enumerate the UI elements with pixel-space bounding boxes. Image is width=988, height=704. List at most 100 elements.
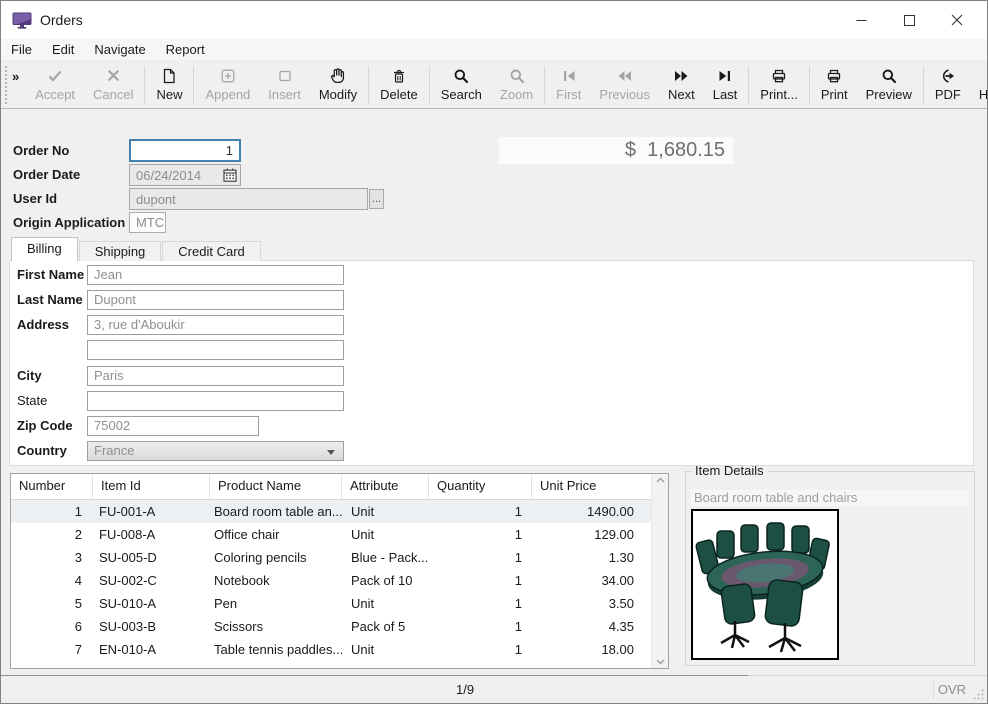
table-row[interactable]: 7 EN-010-A Table tennis paddles... Unit … [11, 638, 651, 661]
origin-application-input[interactable]: MTC [129, 212, 166, 233]
toolbar-button-last[interactable]: Last [704, 65, 747, 104]
menu-item-navigate[interactable]: Navigate [84, 40, 155, 59]
table-row[interactable]: 1 FU-001-A Board room table an... Unit 1… [11, 500, 651, 523]
cell-item-id: SU-002-C [93, 569, 210, 592]
cell-quantity: 1 [429, 638, 532, 661]
cell-attribute: Pack of 10 [342, 569, 429, 592]
board-room-table-image [693, 511, 837, 658]
table-row[interactable]: 6 SU-003-B Scissors Pack of 5 1 4.35 [11, 615, 651, 638]
menu-item-edit[interactable]: Edit [42, 40, 84, 59]
table-header-row: Number Item Id Product Name Attribute Qu… [11, 474, 651, 500]
city-input[interactable]: Paris [87, 366, 344, 386]
cell-attribute: Unit [342, 592, 429, 615]
toolbar-button-print[interactable]: Print... [751, 65, 807, 104]
toolbar-button-insert: Insert [259, 65, 310, 104]
close-button[interactable] [933, 1, 981, 39]
toolbar-grip-handle[interactable] [5, 66, 7, 104]
column-header-item-id[interactable]: Item Id [93, 474, 210, 499]
trash-icon [391, 67, 407, 84]
table-scrollbar[interactable] [651, 474, 668, 668]
first-name-input[interactable]: Jean [87, 265, 344, 285]
column-header-number[interactable]: Number [11, 474, 93, 499]
user-id-browse-button[interactable]: ... [369, 189, 384, 209]
tab-shipping[interactable]: Shipping [79, 241, 162, 261]
orders-window: Orders File Edit Navigate Report » [0, 0, 988, 704]
toolbar-button-label: Modify [319, 87, 357, 102]
toolbar-button-next[interactable]: Next [659, 65, 704, 104]
column-header-product-name[interactable]: Product Name [210, 474, 342, 499]
scroll-up-icon[interactable] [656, 477, 665, 483]
zip-code-label: Zip Code [17, 416, 73, 436]
export-icon [940, 67, 956, 84]
last-name-input[interactable]: Dupont [87, 290, 344, 310]
state-input[interactable] [87, 391, 344, 411]
item-details-group: Item Details Board room table and chairs [685, 471, 975, 666]
minimize-button[interactable] [837, 1, 885, 39]
cell-quantity: 1 [429, 615, 532, 638]
toolbar-button-delete[interactable]: Delete [371, 65, 427, 104]
app-monitor-icon [12, 12, 32, 29]
cell-unit-price: 1490.00 [532, 500, 651, 523]
cell-product: Office chair [210, 523, 342, 546]
table-row[interactable]: 4 SU-002-C Notebook Pack of 10 1 34.00 [11, 569, 651, 592]
country-select[interactable]: France [87, 441, 344, 461]
cell-unit-price: 129.00 [532, 523, 651, 546]
cell-number: 7 [11, 638, 93, 661]
menu-item-file[interactable]: File [1, 40, 42, 59]
column-header-quantity[interactable]: Quantity [429, 474, 532, 499]
record-position: 1/9 [456, 682, 474, 697]
toolbar-separator [368, 66, 369, 104]
cell-number: 4 [11, 569, 93, 592]
toolbar-button-preview[interactable]: Preview [857, 65, 921, 104]
toolbar-button-label: Search [441, 87, 482, 102]
tab-billing[interactable]: Billing [11, 237, 78, 261]
user-id-input[interactable]: dupont [129, 188, 368, 210]
nav-prev-icon [616, 67, 633, 84]
maximize-button[interactable] [885, 1, 933, 39]
cell-item-id: FU-008-A [93, 523, 210, 546]
address-line1-input[interactable]: 3, rue d'Aboukir [87, 315, 344, 335]
cell-number: 6 [11, 615, 93, 638]
toolbar-button-previous: Previous [590, 65, 659, 104]
toolbar-button-print[interactable]: Print [812, 65, 857, 104]
address-line2-input[interactable] [87, 340, 344, 360]
order-no-input[interactable]: 1 [129, 139, 241, 162]
toolbar-button-modify[interactable]: Modify [310, 65, 366, 104]
magnifier-icon [881, 67, 897, 84]
column-header-attribute[interactable]: Attribute [342, 474, 429, 499]
toolbar-button-label: First [556, 87, 581, 102]
table-row[interactable]: 2 FU-008-A Office chair Unit 1 129.00 [11, 523, 651, 546]
toolbar-button-label: Preview [866, 87, 912, 102]
item-description: Board room table and chairs [691, 490, 968, 506]
calendar-icon[interactable] [223, 168, 237, 182]
toolbar-button-search[interactable]: Search [432, 65, 491, 104]
column-header-unit-price[interactable]: Unit Price [532, 474, 651, 499]
table-row[interactable]: 3 SU-005-D Coloring pencils Blue - Pack.… [11, 546, 651, 569]
order-items-table: Number Item Id Product Name Attribute Qu… [10, 473, 669, 669]
toolbar-button-pdf[interactable]: PDF [926, 65, 970, 104]
toolbar-overflow-chevron[interactable]: » [12, 69, 19, 84]
resize-grip[interactable] [973, 689, 984, 700]
user-id-label: User Id [13, 188, 57, 210]
cell-number: 3 [11, 546, 93, 569]
toolbar-button-label: PDF [935, 87, 961, 102]
close-icon [951, 14, 963, 26]
cross-icon [106, 67, 121, 84]
cell-attribute: Pack of 5 [342, 615, 429, 638]
toolbar-button-html[interactable]: HTML [970, 65, 988, 104]
order-date-input[interactable]: 06/24/2014 [129, 164, 241, 186]
origin-application-label: Origin Application [13, 212, 125, 234]
overtype-indicator: OVR [938, 682, 966, 697]
toolbar-button-new[interactable]: New [147, 65, 191, 104]
cell-attribute: Blue - Pack... [342, 546, 429, 569]
tab-credit-card[interactable]: Credit Card [162, 241, 260, 261]
cell-product: Table tennis paddles... [210, 638, 342, 661]
toolbar-button-label: Previous [599, 87, 650, 102]
cell-attribute: Unit [342, 500, 429, 523]
menu-item-report[interactable]: Report [156, 40, 215, 59]
toolbar-separator [809, 66, 810, 104]
table-row[interactable]: 5 SU-010-A Pen Unit 1 3.50 [11, 592, 651, 615]
zip-code-input[interactable]: 75002 [87, 416, 259, 436]
toolbar-separator [144, 66, 145, 104]
scroll-down-icon[interactable] [656, 659, 665, 665]
